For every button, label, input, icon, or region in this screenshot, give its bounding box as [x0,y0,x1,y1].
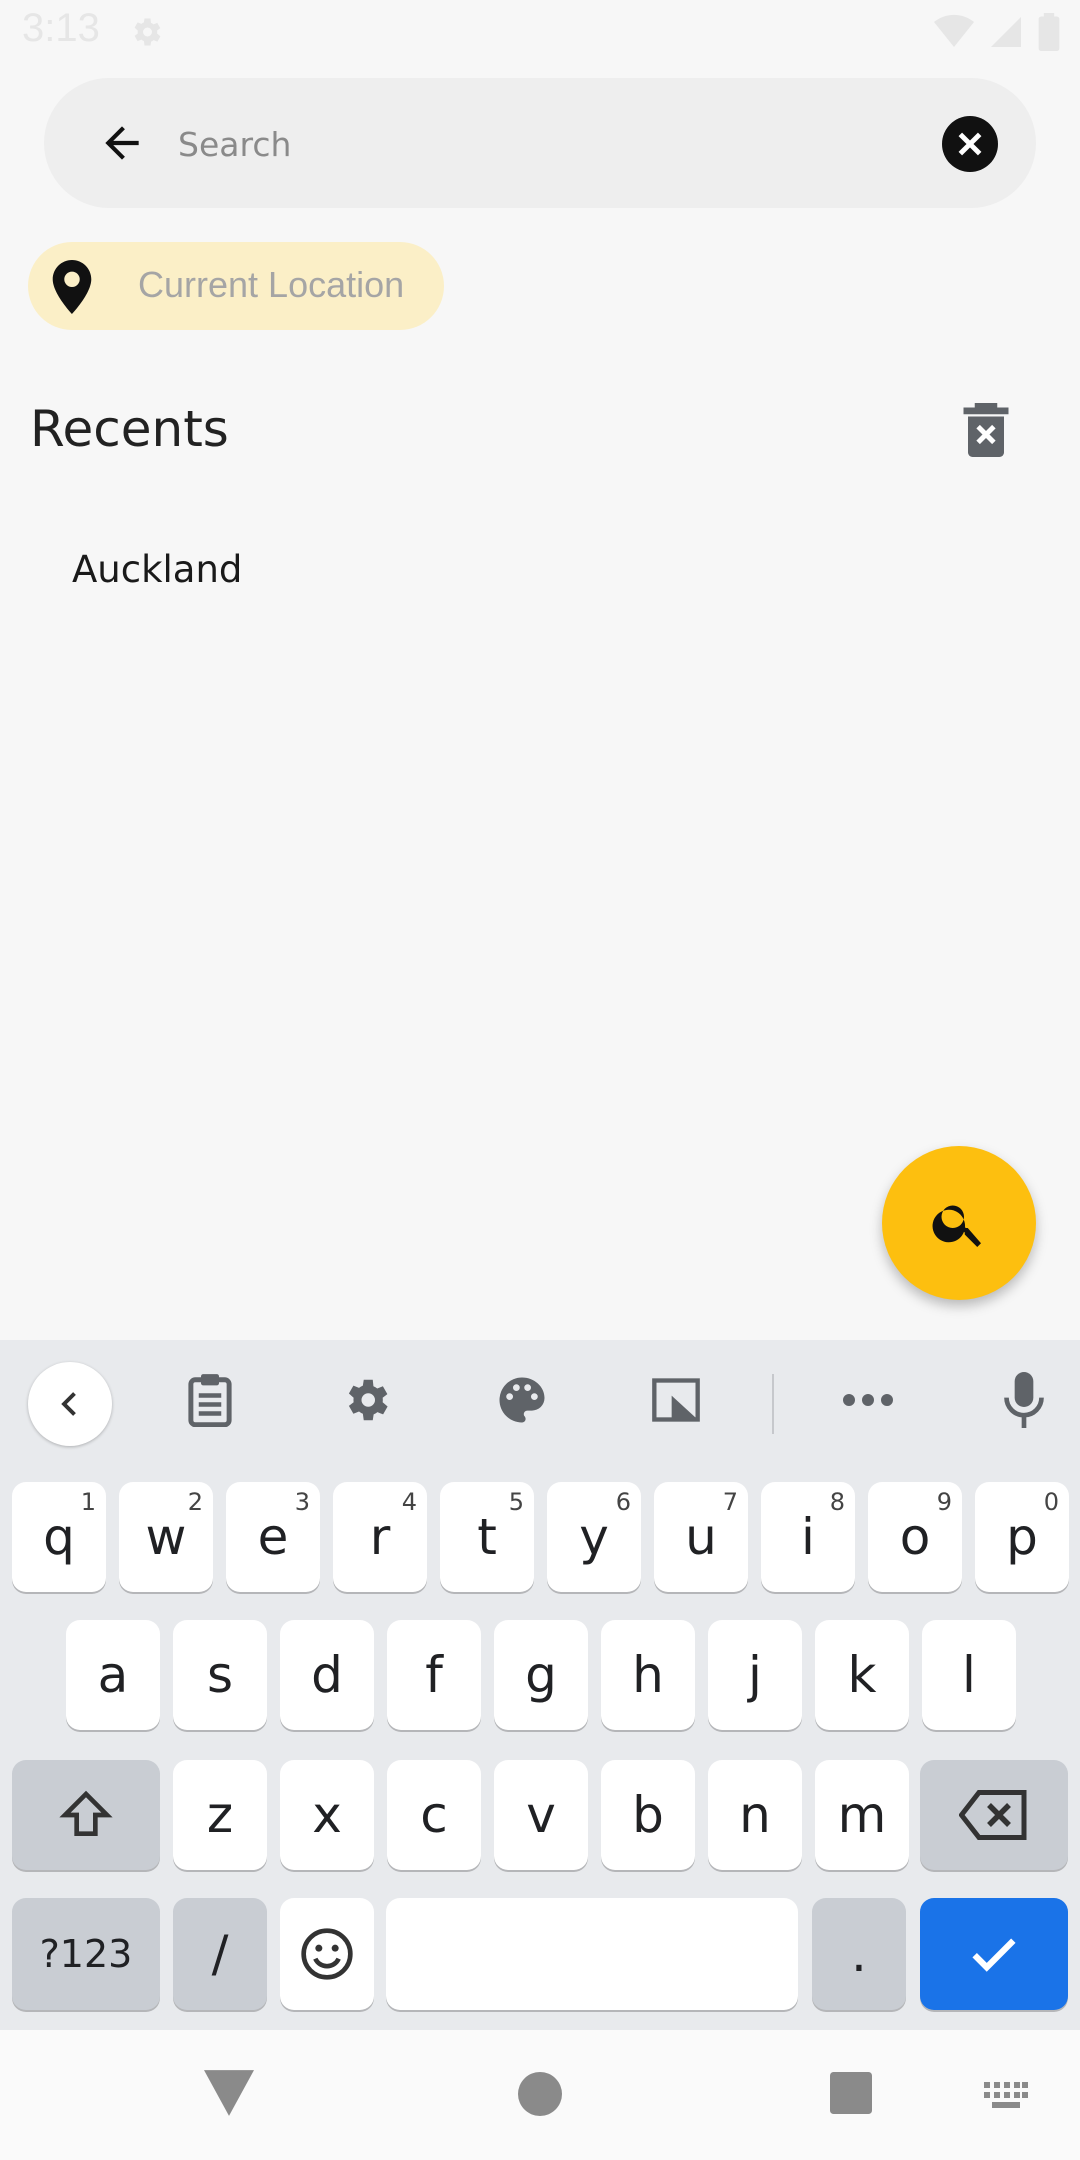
backspace-icon [959,1790,1027,1840]
key-c[interactable]: c [387,1760,481,1870]
search-input[interactable] [176,108,940,180]
delete-forever-icon [963,403,1009,457]
key-r[interactable]: 4r [333,1482,427,1592]
emoji-key[interactable] [280,1898,374,2010]
close-icon [958,132,982,156]
search-bar [44,78,1036,208]
toolbar-divider [772,1374,774,1434]
one-handed-button[interactable] [646,1370,706,1430]
gear-icon [348,1379,388,1421]
key-l[interactable]: l [922,1620,1016,1730]
keyboard-switch-icon[interactable] [984,2082,1028,2108]
key-j[interactable]: j [708,1620,802,1730]
current-location-chip[interactable]: Current Location [28,242,444,330]
slash-key[interactable]: / [173,1898,267,2010]
status-indicators [934,12,1060,52]
key-p[interactable]: 0p [975,1482,1069,1592]
nav-recents-icon[interactable] [830,2072,872,2114]
resize-icon [652,1378,700,1422]
key-h[interactable]: h [601,1620,695,1730]
key-y[interactable]: 6y [547,1482,641,1592]
microphone-icon [1004,1372,1044,1428]
key-v[interactable]: v [494,1760,588,1870]
key-b[interactable]: b [601,1760,695,1870]
key-f[interactable]: f [387,1620,481,1730]
status-time: 3:13 [22,6,100,50]
clipboard-icon [188,1374,232,1427]
key-n[interactable]: n [708,1760,802,1870]
shift-key[interactable] [12,1760,160,1870]
key-w[interactable]: 2w [119,1482,213,1592]
key-a[interactable]: a [66,1620,160,1730]
period-key[interactable]: . [812,1898,906,2010]
clipboard-button[interactable] [180,1370,240,1430]
search-fab[interactable] [882,1146,1036,1300]
key-u[interactable]: 7u [654,1482,748,1592]
space-key[interactable] [386,1898,798,2010]
key-i[interactable]: 8i [761,1482,855,1592]
key-g[interactable]: g [494,1620,588,1730]
more-options-button[interactable] [838,1370,898,1430]
battery-icon [1038,13,1060,51]
recents-title: Recents [30,400,229,458]
voice-input-button[interactable] [994,1370,1054,1430]
key-q[interactable]: 1q [12,1482,106,1592]
keyboard: 1q 2w 3e 4r 5t 6y 7u 8i 9o 0p a s d f g … [0,1340,1080,2030]
key-x[interactable]: x [280,1760,374,1870]
recent-item[interactable]: Auckland [72,548,242,591]
key-s[interactable]: s [173,1620,267,1730]
search-icon [932,1205,981,1247]
key-e[interactable]: 3e [226,1482,320,1592]
shift-icon [59,1790,113,1836]
signal-icon [991,17,1021,47]
nav-back-icon[interactable] [204,2070,254,2116]
current-location-label: Current Location [138,264,405,305]
emoji-icon [301,1928,353,1980]
key-z[interactable]: z [173,1760,267,1870]
backspace-key[interactable] [920,1760,1068,1870]
key-k[interactable]: k [815,1620,909,1730]
more-horizontal-icon [843,1394,893,1406]
nav-home-icon[interactable] [518,2072,562,2116]
location-pin-icon [52,260,92,314]
symbols-key[interactable]: ?123 [12,1898,160,2010]
settings-status-icon [134,18,161,46]
status-bar: 3:13 [0,0,1080,64]
navigation-bar [0,2030,1080,2160]
key-d[interactable]: d [280,1620,374,1730]
enter-key[interactable] [920,1898,1068,2010]
palette-icon [499,1377,545,1423]
key-t[interactable]: 5t [440,1482,534,1592]
keyboard-toolbar [0,1340,1080,1460]
clear-recents-button[interactable] [956,398,1016,462]
chevron-left-icon [61,1392,76,1416]
arrow-back-icon [105,126,139,160]
clear-search-button[interactable] [942,116,998,172]
keyboard-collapse-button[interactable] [28,1362,112,1446]
key-o[interactable]: 9o [868,1482,962,1592]
check-icon [972,1938,1016,1972]
back-button[interactable] [84,105,160,181]
wifi-icon [934,14,974,48]
key-m[interactable]: m [815,1760,909,1870]
keyboard-settings-button[interactable] [336,1370,396,1430]
theme-button[interactable] [492,1370,552,1430]
